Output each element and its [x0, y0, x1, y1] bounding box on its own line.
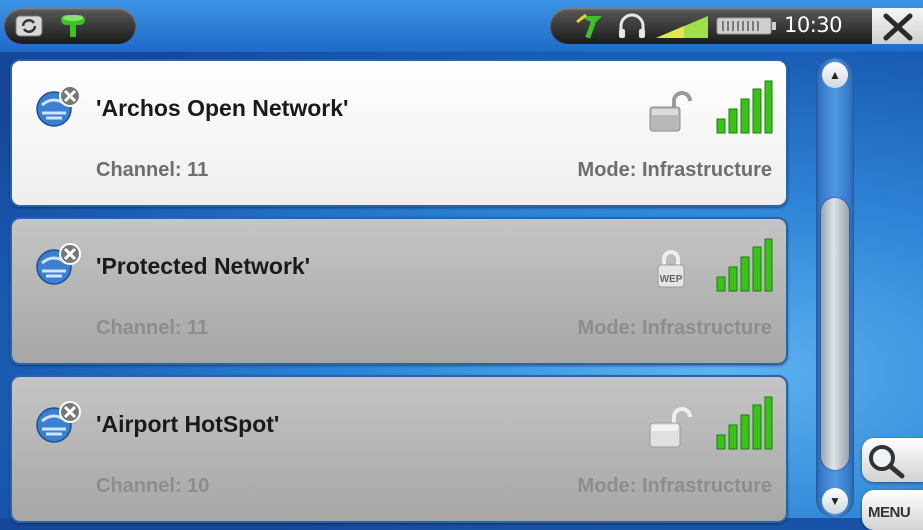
network-name: 'Protected Network' — [96, 253, 311, 279]
network-channel: Channel: 11 — [96, 317, 209, 339]
network-mode: Mode: Infrastructure — [577, 159, 772, 181]
scroll-up-button[interactable]: ▲ — [822, 62, 848, 88]
network-mode: Mode: Infrastructure — [577, 475, 772, 497]
network-name: 'Archos Open Network' — [96, 95, 349, 121]
signal-strength-icon — [715, 395, 773, 451]
scroll-down-button[interactable]: ▼ — [822, 488, 848, 514]
arrow-up-icon: ▲ — [829, 68, 841, 82]
unlocked-icon — [648, 405, 692, 449]
network-mode: Mode: Infrastructure — [577, 317, 772, 339]
menu-label: MENU — [868, 504, 911, 521]
menu-button[interactable]: MENU — [862, 490, 923, 530]
wifi-connection-icon — [56, 12, 90, 40]
sync-icon[interactable] — [14, 14, 44, 38]
arrow-down-icon: ▼ — [829, 494, 841, 508]
wifi-network-disconnected-icon — [34, 243, 82, 287]
search-button[interactable] — [862, 438, 923, 482]
clock-time: 10:30 — [784, 13, 843, 37]
network-item-airport-hotspot[interactable]: 'Airport HotSpot' Channel: 10 Mode: Infr… — [10, 375, 788, 523]
wifi-network-disconnected-icon — [34, 401, 82, 445]
volume-icon — [654, 14, 710, 40]
headphones-icon — [616, 12, 648, 40]
wep-lock-icon: WEP — [648, 247, 692, 291]
scroll-thumb[interactable] — [821, 198, 849, 470]
wep-label: WEP — [660, 274, 683, 285]
network-channel: Channel: 11 — [96, 159, 209, 181]
battery-icon — [716, 15, 780, 37]
close-icon — [883, 13, 913, 41]
network-item-protected-network[interactable]: 'Protected Network' Channel: 11 Mode: In… — [10, 217, 788, 365]
signal-strength-icon — [715, 237, 773, 293]
signal-strength-icon — [715, 79, 773, 135]
scrollbar[interactable]: ▲ ▼ — [816, 58, 854, 518]
status-bar: 10:30 — [0, 0, 923, 52]
wifi-network-disconnected-icon — [34, 85, 82, 129]
unlocked-icon — [648, 89, 692, 133]
search-icon — [869, 445, 905, 479]
network-item-archos-open-network[interactable]: 'Archos Open Network' Channel: 11 Mode: … — [10, 59, 788, 207]
network-channel: Channel: 10 — [96, 475, 210, 497]
network-name: 'Airport HotSpot' — [96, 411, 280, 437]
wifi-connection-icon — [574, 12, 608, 42]
close-button[interactable] — [872, 8, 923, 44]
